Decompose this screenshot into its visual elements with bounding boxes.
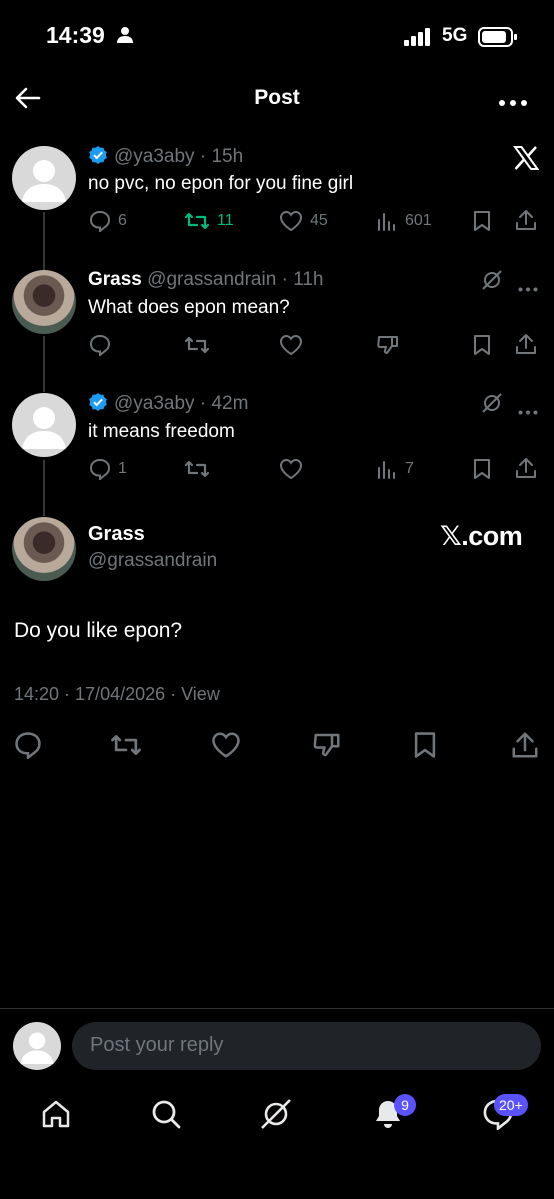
tweet-header: @ya3aby · 42m (88, 392, 248, 418)
tweet-time: 42m (211, 393, 249, 414)
share-icon[interactable] (511, 730, 539, 765)
repost-icon (184, 336, 210, 354)
thread-line (43, 212, 45, 270)
tweet-time: 15h (211, 146, 244, 167)
repost-icon[interactable] (110, 731, 142, 764)
share-icon[interactable] (515, 332, 537, 361)
bookmark-icon[interactable] (472, 458, 492, 485)
views-count: 7 (405, 460, 414, 477)
thread-line (43, 460, 45, 516)
divider (0, 1008, 554, 1009)
x-logo-icon (513, 146, 540, 175)
like-button[interactable] (279, 334, 303, 356)
like-count: 45 (310, 212, 328, 229)
reply-icon (89, 458, 111, 480)
heart-icon[interactable] (211, 731, 241, 764)
tweet-name[interactable]: Grass (88, 269, 142, 290)
reply-button[interactable]: 6 (89, 210, 127, 232)
views-count: 601 (405, 212, 432, 229)
tweet-text: What does epon mean? (88, 297, 290, 318)
signal-icon (404, 28, 432, 51)
repost-count: 11 (217, 212, 234, 229)
network-type: 5G (442, 25, 468, 46)
brand-watermark: 𝕏.com (440, 521, 523, 551)
tweet-time: 11h (293, 269, 324, 290)
more-icon[interactable] (498, 94, 528, 112)
repost-button[interactable]: 11 (184, 210, 234, 232)
notifications-badge: 9 (394, 1094, 416, 1116)
tweet-header: @ya3aby · 15h (88, 145, 243, 171)
reply-button[interactable]: 1 (89, 458, 127, 480)
reply-avatar (13, 1022, 61, 1070)
main-post-name[interactable]: Grass (88, 523, 145, 546)
thumbs-down-icon (377, 336, 398, 354)
repost-button[interactable] (184, 334, 210, 356)
person-icon (116, 26, 134, 49)
grok-icon[interactable] (482, 270, 502, 295)
reply-button[interactable] (89, 334, 111, 356)
page-title: Post (254, 86, 300, 109)
share-icon[interactable] (515, 208, 537, 237)
dislike-button[interactable] (376, 334, 400, 356)
tweet-text: no pvc, no epon for you fine girl (88, 173, 354, 194)
views-icon (378, 213, 395, 231)
repost-icon (184, 212, 210, 230)
search-icon[interactable] (150, 1098, 182, 1135)
messages-badge: 20+ (494, 1094, 528, 1116)
heart-icon (279, 458, 303, 480)
main-post-text: Do you like epon? (14, 619, 183, 642)
views-icon (378, 461, 395, 479)
avatar[interactable] (12, 146, 76, 210)
reply-icon (89, 334, 111, 356)
verified-badge-icon (88, 392, 108, 418)
verified-badge-icon (88, 145, 108, 171)
more-icon[interactable] (518, 402, 538, 420)
status-bar: 14:39 5G (0, 0, 554, 72)
heart-icon (279, 210, 303, 232)
thumbs-down-icon[interactable] (312, 731, 342, 764)
tweet-handle[interactable]: @grassandrain (147, 269, 276, 290)
top-bar: Post (0, 72, 554, 124)
grok-icon[interactable] (482, 393, 502, 418)
heart-icon (279, 334, 303, 356)
reply-count: 1 (118, 460, 127, 477)
like-button[interactable]: 45 (279, 210, 328, 232)
bookmark-icon[interactable] (472, 210, 492, 237)
status-time: 14:39 (46, 22, 105, 48)
like-button[interactable] (279, 458, 303, 480)
more-icon[interactable] (518, 279, 538, 297)
avatar[interactable] (12, 270, 76, 334)
tweet-handle[interactable]: @ya3aby (114, 393, 195, 414)
views-button[interactable]: 7 (376, 458, 414, 480)
repost-icon (184, 460, 210, 478)
tweet-handle[interactable]: @ya3aby (114, 146, 195, 167)
tweet-text: it means freedom (88, 421, 235, 442)
repost-button[interactable] (184, 458, 210, 480)
tweet-header: Grass @grassandrain · 11h (88, 269, 324, 290)
avatar[interactable] (12, 393, 76, 457)
bookmark-icon[interactable] (412, 731, 438, 764)
main-post-timestamp[interactable]: 14:20 · 17/04/2026 · View (14, 684, 220, 705)
grok-icon[interactable] (260, 1098, 292, 1135)
reply-count: 6 (118, 212, 127, 229)
reply-icon[interactable] (14, 731, 42, 764)
battery-icon (478, 27, 518, 52)
reply-icon (89, 210, 111, 232)
main-post-handle[interactable]: @grassandrain (88, 550, 217, 572)
share-icon[interactable] (515, 456, 537, 485)
avatar[interactable] (12, 517, 76, 581)
home-icon[interactable] (40, 1098, 72, 1135)
views-button[interactable]: 601 (376, 210, 432, 232)
reply-input[interactable]: Post your reply (72, 1022, 541, 1070)
thread-line (43, 336, 45, 392)
bookmark-icon[interactable] (472, 334, 492, 361)
